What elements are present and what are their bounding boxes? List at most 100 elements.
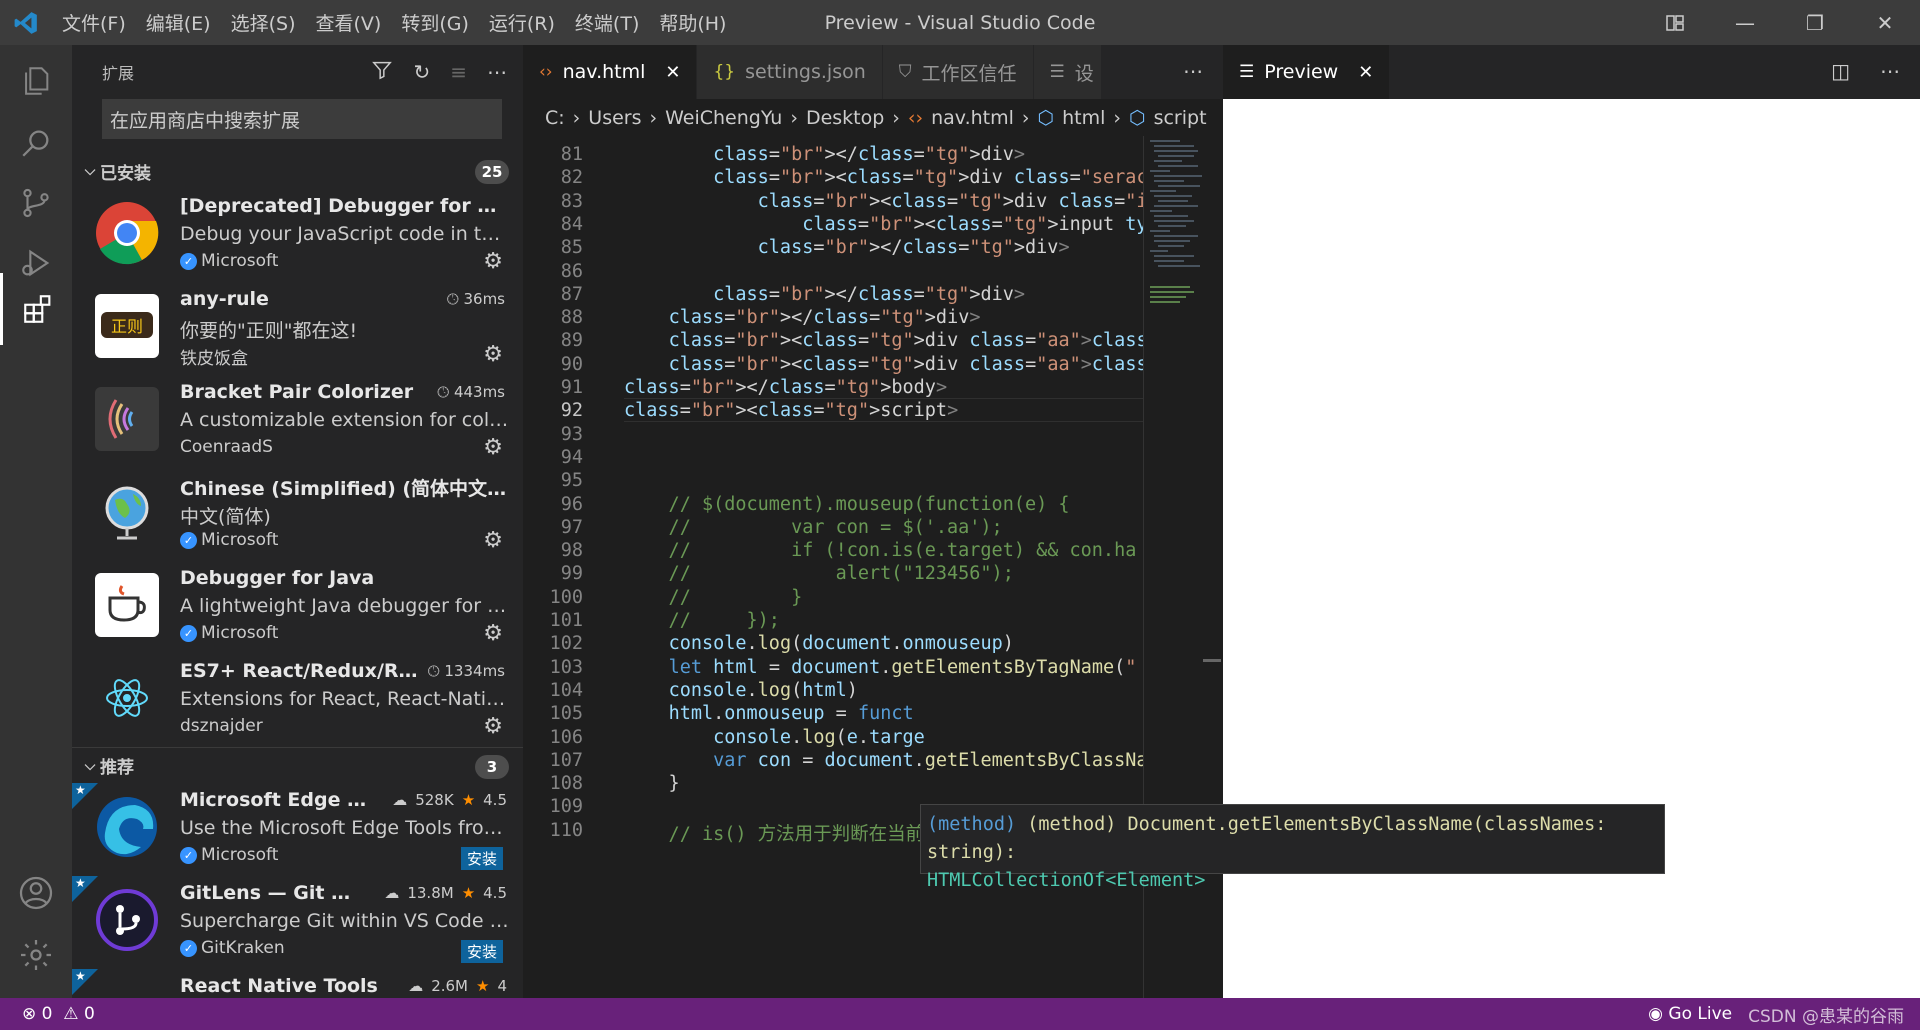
code-line[interactable]: // var con = $('.aa'); [624,517,1003,538]
menu-terminal[interactable]: 终端(T) [565,9,649,36]
list-item[interactable]: Chinese (Simplified) (简体中文) La... 中文(简体)… [72,468,523,561]
more-actions-icon[interactable]: ⋯ [1183,59,1203,83]
bracket-colorizer-icon [95,387,159,451]
code-line[interactable]: let html = document.getElementsByTagName… [624,657,1137,678]
tab-nav-html[interactable]: ‹› nav.html ✕ [523,45,698,99]
restore-button[interactable]: ❐ [1780,0,1850,45]
tab-preview[interactable]: ☰ Preview ✕ [1223,45,1391,99]
list-item[interactable]: ★ Microsoft Edge Tool... ☁ 528K ★ 4.5 Use … [72,783,523,876]
verified-icon: ✓ [180,939,197,957]
extension-description: Extensions for React, React-Native a... [180,688,510,710]
star-icon: ★ [461,884,476,902]
list-item[interactable]: Debugger for Java A lightweight Java deb… [72,561,523,654]
minimize-button[interactable]: — [1710,0,1780,45]
html-icon: ‹› [907,106,924,129]
tab-settings-json[interactable]: {} settings.json [697,45,883,99]
installed-section-header[interactable]: ⌵ 已安装 25 [72,153,523,189]
any-rule-icon: 正则 [95,294,159,358]
breadcrumb-item[interactable]: Users [588,107,641,129]
code-line[interactable]: class="br"><class="tg">input type="text"… [624,214,1143,235]
code-line[interactable]: console.log(e.targe [624,727,925,748]
split-editor-icon[interactable]: ◫ [1831,59,1850,83]
gear-icon[interactable]: ⚙ [483,714,503,739]
code-line[interactable]: html.onmouseup = funct [624,703,914,724]
close-window-button[interactable]: ✕ [1850,0,1920,45]
code-line[interactable]: class="br"></class="tg">div> [624,237,1070,258]
list-item[interactable]: Bracket Pair Colorizer 🕓︎ 443ms A custom… [72,375,523,468]
list-item[interactable]: ★ GitLens — Git supe... ☁ 13.8M ★ 4.5 Supe… [72,876,523,969]
line-number: 98 [560,540,583,562]
line-number: 109 [549,796,583,818]
menu-file[interactable]: 文件(F) [52,9,136,36]
extensions-icon[interactable] [0,273,72,345]
manage-gear-icon[interactable] [0,919,72,991]
list-item[interactable]: 正则 any-rule 🕓︎ 36ms 你要的"正则"都在这! 铁皮饭盒 ⚙ [72,282,523,375]
menu-view[interactable]: 查看(V) [306,9,392,36]
activation-time-value: 36ms [463,290,505,308]
vscode-logo-icon [0,0,52,45]
extension-search-input[interactable]: 在应用商店中搜索扩展 [102,99,502,139]
breadcrumb-item[interactable]: script [1154,107,1207,129]
clear-list-icon[interactable]: ≡ [450,60,467,84]
more-actions-icon[interactable]: ⋯ [1880,59,1900,83]
close-icon[interactable]: ✕ [1358,62,1373,83]
code-line[interactable]: // $(document).mouseup(function(e) { [624,494,1070,515]
element-icon: ⬡ [1037,106,1055,129]
line-number: 103 [549,656,583,678]
breadcrumb-item[interactable]: html [1062,107,1105,129]
rating: 4.5 [483,791,507,809]
tab-settings[interactable]: ☰ 设 [1033,45,1102,99]
publisher-name: Microsoft [201,251,279,271]
recommended-section-header[interactable]: ⌵ 推荐 3 [72,747,523,783]
gear-icon[interactable]: ⚙ [483,435,503,460]
more-actions-icon[interactable]: ⋯ [487,60,507,84]
code-line[interactable]: class="br"><class="tg">div class="serach… [624,167,1143,188]
tab-workspace-trust[interactable]: ⛉ 工作区信任 [882,45,1034,99]
layout-icon[interactable] [1640,0,1710,45]
code-line[interactable]: // alert("123456"); [624,563,1014,584]
breadcrumb-item[interactable]: C: [545,107,565,129]
filter-icon[interactable] [371,59,393,86]
code-line[interactable]: class="br"></class="tg">div> [624,144,1025,165]
code-line[interactable]: class="br"><class="tg">div class="aa">cl… [624,354,1143,375]
code-line[interactable]: class="br"><class="tg">div class="aa">cl… [624,330,1143,351]
code-line[interactable]: console.log(document.onmouseup) [624,633,1014,654]
code-line[interactable]: class="br"><class="tg">script> [624,400,958,421]
gear-icon[interactable]: ⚙ [483,621,503,646]
problems-indicator[interactable]: ⊗ 0 ⚠ 0 [22,1004,95,1024]
gear-icon[interactable]: ⚙ [483,342,503,367]
breadcrumb-item[interactable]: Desktop [806,107,884,129]
gear-icon[interactable]: ⚙ [483,249,503,274]
breadcrumb-item[interactable]: nav.html [931,107,1014,129]
scrollbar-thumb[interactable] [1203,659,1221,662]
menu-run[interactable]: 运行(R) [479,9,565,36]
preview-tabs: ☰ Preview ✕ ◫ ⋯ [1223,45,1920,99]
go-live-button[interactable]: ◉ Go Live [1648,1004,1732,1024]
breadcrumb-item[interactable]: WeiChengYu [665,107,782,129]
list-item[interactable]: ★ React Native Tools ☁ 2.6M ★ 4 [72,969,523,998]
code-line[interactable]: } [624,773,680,794]
install-button[interactable]: 安装 [460,940,503,963]
code-line[interactable]: // }); [624,610,780,631]
install-button[interactable]: 安装 [460,847,503,870]
code-line[interactable]: var con = document.getElementsByClassNa [624,750,1143,771]
menu-go[interactable]: 转到(G) [391,9,479,36]
code-line[interactable]: class="br"></class="tg">div> [624,284,1025,305]
code-line[interactable]: class="br"></class="tg">div> [624,307,981,328]
menu-help[interactable]: 帮助(H) [649,9,736,36]
code-line[interactable]: console.log(html) [624,680,858,701]
close-icon[interactable]: ✕ [665,62,680,83]
gear-icon[interactable]: ⚙ [483,528,503,553]
watermark: CSDN @患某的谷雨 [1748,1006,1904,1027]
code-line[interactable]: // } [624,587,803,608]
list-item[interactable]: ES7+ React/Redux/React... 🕓︎ 1334ms Exte… [72,654,523,747]
code-line[interactable]: // if (!con.is(e.target) && con.ha [624,540,1137,561]
menu-selection[interactable]: 选择(S) [221,9,306,36]
code-line[interactable]: class="br"></class="tg">body> [624,377,947,398]
code-line[interactable]: class="br"><class="tg">div class="inpBox… [624,191,1143,212]
download-icon: ☁ [408,977,424,995]
list-item[interactable]: [Deprecated] Debugger for Chro... Debug … [72,189,523,282]
refresh-icon[interactable]: ↻ [413,60,430,84]
menu-edit[interactable]: 编辑(E) [136,9,221,36]
extension-name: Microsoft Edge Tool... [180,789,370,811]
